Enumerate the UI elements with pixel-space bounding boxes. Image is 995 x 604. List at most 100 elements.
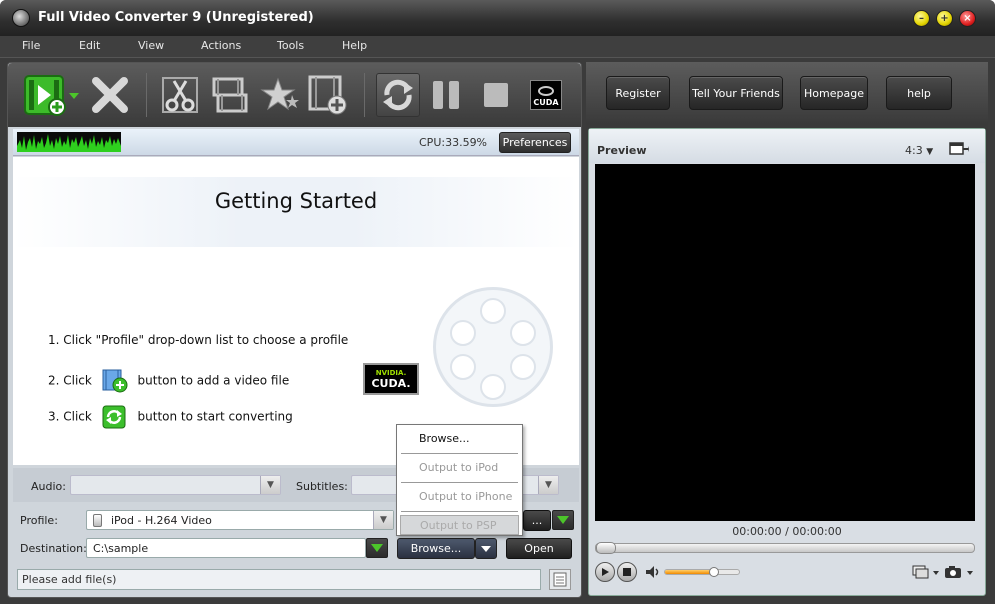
profile-select[interactable]: iPod - H.264 Video ▼ [86, 510, 394, 530]
homepage-button[interactable]: Homepage [800, 76, 868, 110]
convert-icon [102, 405, 126, 429]
cuda-button[interactable]: CUDA [524, 73, 568, 117]
log-button[interactable] [549, 569, 571, 590]
convert-button[interactable] [376, 73, 420, 117]
cuda-badge-bottom: CUDA. [371, 376, 411, 390]
destination-value: C:\sample [93, 541, 149, 555]
menu-tools[interactable]: Tools [277, 39, 304, 52]
getting-started-title: Getting Started [214, 189, 378, 213]
stop-button[interactable] [474, 73, 518, 117]
camera-snapshot-icon[interactable] [943, 564, 977, 580]
maximize-button[interactable]: + [936, 10, 953, 27]
stop-icon [484, 83, 508, 107]
browse-popup-menu: Browse... Output to iPod Output to iPhon… [396, 424, 523, 536]
link-buttons: Register Tell Your Friends Homepage help [586, 62, 988, 124]
add-segment-icon [308, 75, 347, 115]
app-window: Full Video Converter 9 (Unregistered) – … [0, 0, 995, 604]
effect-star-icon [260, 77, 299, 111]
audio-select[interactable]: ▼ [70, 475, 281, 495]
menu-actions[interactable]: Actions [201, 39, 241, 52]
add-video-icon [102, 369, 128, 393]
open-folder-button[interactable]: Open [506, 538, 572, 559]
add-video-button[interactable] [22, 73, 82, 117]
seek-thumb[interactable] [596, 542, 616, 554]
popup-browse[interactable]: Browse... [400, 429, 519, 449]
volume-slider[interactable] [664, 567, 740, 577]
log-icon [553, 572, 567, 587]
effect-button[interactable] [258, 73, 302, 117]
app-logo-icon [12, 9, 30, 27]
speaker-icon[interactable] [645, 565, 661, 579]
step-1: 1. Click "Profile" drop-down list to cho… [48, 333, 349, 347]
preview-panel: Preview 4:3 ▼ 00:00:00 / 00:00:00 [588, 128, 986, 596]
main-toolbar: CUDA [8, 63, 581, 127]
aspect-ratio-select[interactable]: 4:3 ▼ [905, 144, 933, 157]
aspect-ratio-value: 4:3 [905, 144, 923, 157]
menu-bar: File Edit View Actions Tools Help [0, 36, 995, 58]
profile-settings-dropdown[interactable] [552, 510, 574, 530]
subtitles-label: Subtitles: [296, 480, 348, 493]
preview-title: Preview [597, 144, 647, 157]
destination-input[interactable]: C:\sample [86, 538, 366, 558]
menu-help[interactable]: Help [342, 39, 367, 52]
step-3-suffix: button to start converting [137, 409, 293, 424]
profile-label: Profile: [20, 514, 58, 527]
detach-preview-icon[interactable] [949, 141, 969, 157]
register-button[interactable]: Register [606, 76, 670, 110]
step-2-suffix: button to add a video file [137, 373, 290, 388]
preferences-button[interactable]: Preferences [499, 132, 571, 153]
cut-button[interactable] [158, 73, 202, 117]
delete-button[interactable] [88, 73, 132, 117]
add-segment-button[interactable] [306, 73, 350, 117]
browse-dropdown-button[interactable] [475, 538, 497, 559]
popup-output-psp[interactable]: Output to PSP [400, 515, 519, 535]
menu-view[interactable]: View [138, 39, 164, 52]
pause-button[interactable] [424, 73, 468, 117]
tell-friends-button[interactable]: Tell Your Friends [689, 76, 783, 110]
chevron-down-icon [371, 544, 383, 552]
destination-history-dropdown[interactable] [366, 538, 388, 558]
play-icon [602, 568, 609, 576]
popup-output-ipod[interactable]: Output to iPod [400, 458, 519, 478]
chevron-down-icon [481, 545, 491, 552]
chevron-down-icon: ▼ [538, 476, 558, 494]
popup-output-iphone[interactable]: Output to iPhone [400, 487, 519, 507]
menu-separator [401, 482, 518, 483]
profile-settings-button[interactable]: ... [523, 510, 551, 531]
file-list-area[interactable]: Getting Started 1. Click "Profile" drop-… [13, 157, 579, 465]
ipod-icon [93, 514, 102, 527]
cuda-icon: CUDA [530, 80, 562, 110]
merge-button[interactable] [208, 73, 252, 117]
step-3: 3. Click button to start converting [48, 405, 293, 429]
close-button[interactable]: × [959, 10, 976, 27]
profile-value: iPod - H.264 Video [111, 513, 212, 527]
preview-time: 00:00:00 / 00:00:00 [732, 525, 842, 538]
preview-header: Preview 4:3 ▼ [589, 129, 985, 163]
volume-thumb[interactable] [708, 567, 719, 577]
menu-separator [401, 511, 518, 512]
browse-button[interactable]: Browse... [397, 538, 475, 559]
chevron-down-icon [557, 516, 569, 524]
chevron-down-icon: ▼ [926, 147, 934, 157]
cpu-usage: CPU:33.59% [419, 136, 488, 149]
destination-label: Destination: [20, 542, 87, 555]
cut-icon [162, 77, 198, 113]
preview-screen [595, 164, 975, 521]
stop-playback-button[interactable] [617, 562, 637, 582]
step-2-prefix: 2. Click [48, 373, 92, 388]
audio-level-meter [17, 132, 121, 152]
snapshot-folder-icon[interactable] [911, 564, 941, 580]
title-bar[interactable]: Full Video Converter 9 (Unregistered) – … [0, 0, 995, 36]
play-button[interactable] [595, 562, 615, 582]
menu-edit[interactable]: Edit [79, 39, 100, 52]
menu-file[interactable]: File [22, 39, 40, 52]
step-3-prefix: 3. Click [48, 409, 92, 424]
pause-icon [433, 81, 459, 109]
add-video-icon [24, 75, 79, 116]
minimize-button[interactable]: – [913, 10, 930, 27]
preview-side-panel: Register Tell Your Friends Homepage help… [586, 62, 988, 598]
stop-icon [623, 568, 631, 576]
chevron-down-icon: ▼ [373, 511, 393, 529]
help-button[interactable]: help [886, 76, 952, 110]
seek-slider[interactable] [595, 542, 975, 554]
